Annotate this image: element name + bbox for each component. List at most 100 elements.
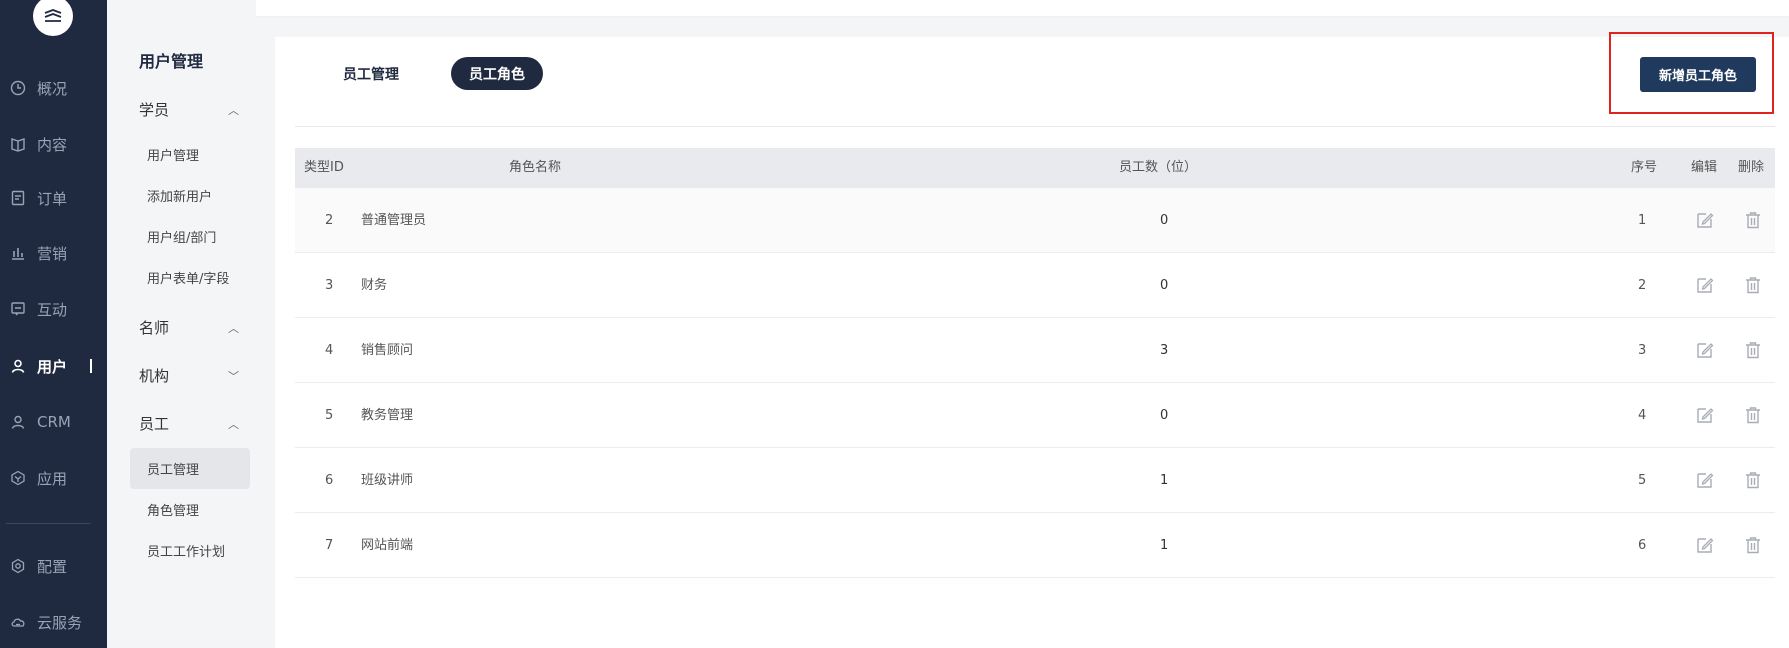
sidebar-item-label: 内容 <box>37 135 68 154</box>
cell-seq: 1 <box>1638 213 1647 228</box>
menu-group-label: 学员 <box>139 101 170 119</box>
table-row: 6 班级讲师 1 5 <box>295 448 1775 513</box>
sidebar-item-users[interactable]: 用户 <box>0 351 107 381</box>
menu-group-label: 名师 <box>139 319 170 337</box>
trash-icon[interactable] <box>1743 405 1763 425</box>
top-header-strip <box>107 0 1789 16</box>
edit-icon[interactable] <box>1695 210 1715 230</box>
table-header: 类型ID 角色名称 员工数（位） 序号 编辑 删除 <box>295 148 1775 188</box>
sidebar-item-apps[interactable]: 应用 <box>0 463 107 493</box>
column-header-delete: 删除 <box>1738 160 1765 175</box>
sidebar-item-label: CRM <box>37 413 71 431</box>
sidebar-item-label: 营销 <box>37 244 68 263</box>
cell-name: 网站前端 <box>361 538 414 553</box>
chevron-up-icon: ︿ <box>228 321 239 335</box>
cell-name: 财务 <box>361 278 388 293</box>
cloud-icon <box>9 613 27 631</box>
clock-icon <box>9 79 27 97</box>
tab-staff-management[interactable]: 员工管理 <box>325 57 417 90</box>
menu-item-role-management[interactable]: 角色管理 <box>147 500 199 519</box>
chevron-down-icon: ﹀ <box>228 369 239 383</box>
cell-name: 普通管理员 <box>361 213 427 228</box>
column-header-seq: 序号 <box>1631 160 1658 175</box>
trash-icon[interactable] <box>1743 535 1763 555</box>
edit-icon[interactable] <box>1695 470 1715 490</box>
cell-count: 3 <box>1160 343 1169 358</box>
sidebar-item-label: 概况 <box>37 79 68 98</box>
sidebar-item-crm[interactable]: CRM <box>0 407 107 437</box>
column-header-id: 类型ID <box>304 160 344 175</box>
table-row: 3 财务 0 2 <box>295 253 1775 318</box>
cell-name: 教务管理 <box>361 408 414 423</box>
chat-icon <box>9 300 27 318</box>
tab-staff-roles[interactable]: 员工角色 <box>451 57 543 90</box>
table-row: 7 网站前端 1 6 <box>295 513 1775 578</box>
trash-icon[interactable] <box>1743 340 1763 360</box>
column-header-count: 员工数（位） <box>1119 160 1198 175</box>
chevron-up-icon: ︿ <box>228 417 239 431</box>
edit-icon[interactable] <box>1695 535 1715 555</box>
cell-seq: 2 <box>1638 278 1647 293</box>
order-icon <box>9 189 27 207</box>
tab-divider <box>295 126 1775 127</box>
sidebar-item-label: 订单 <box>37 189 68 208</box>
menu-item-user-forms[interactable]: 用户表单/字段 <box>147 268 229 287</box>
menu-item-staff-management[interactable]: 员工管理 <box>147 459 199 478</box>
sidebar-item-content[interactable]: 内容 <box>0 129 107 159</box>
sidebar-divider <box>6 523 91 524</box>
menu-item-staff-work-plan[interactable]: 员工工作计划 <box>147 541 225 560</box>
gear-icon <box>9 557 27 575</box>
sidebar-item-label: 应用 <box>37 469 68 488</box>
cell-id: 3 <box>325 278 334 293</box>
logo-icon <box>44 9 62 22</box>
column-header-edit: 编辑 <box>1691 160 1718 175</box>
sidebar-item-label: 云服务 <box>37 613 83 632</box>
trash-icon[interactable] <box>1743 470 1763 490</box>
sidebar-item-marketing[interactable]: 营销 <box>0 238 107 268</box>
menu-group-institutions[interactable]: 机构 ﹀ <box>139 365 249 386</box>
user-icon <box>9 357 27 375</box>
cell-count: 0 <box>1160 278 1169 293</box>
sidebar-item-interaction[interactable]: 互动 <box>0 294 107 324</box>
submenu-title: 用户管理 <box>139 52 204 71</box>
cell-seq: 4 <box>1638 408 1647 423</box>
edit-icon[interactable] <box>1695 405 1715 425</box>
chart-icon <box>9 244 27 262</box>
cell-id: 4 <box>325 343 334 358</box>
sidebar-item-orders[interactable]: 订单 <box>0 183 107 213</box>
chevron-up-icon: ︿ <box>228 103 239 117</box>
edit-icon[interactable] <box>1695 275 1715 295</box>
sidebar-item-settings[interactable]: 配置 <box>0 551 107 581</box>
sidebar-item-cloud[interactable]: 云服务 <box>0 607 107 637</box>
cell-count: 1 <box>1160 538 1169 553</box>
add-staff-role-button[interactable]: 新增员工角色 <box>1640 57 1756 92</box>
app-icon <box>9 469 27 487</box>
book-icon <box>9 135 27 153</box>
table-row: 4 销售顾问 3 3 <box>295 318 1775 383</box>
active-indicator <box>90 359 92 373</box>
cell-count: 1 <box>1160 473 1169 488</box>
menu-item-user-groups[interactable]: 用户组/部门 <box>147 227 216 246</box>
cell-count: 0 <box>1160 408 1169 423</box>
sidebar-item-label: 互动 <box>37 300 68 319</box>
menu-group-teachers[interactable]: 名师 ︿ <box>139 317 249 338</box>
edit-icon[interactable] <box>1695 340 1715 360</box>
sidebar-item-overview[interactable]: 概况 <box>0 73 107 103</box>
menu-group-staff[interactable]: 员工 ︿ <box>139 413 249 434</box>
cell-id: 6 <box>325 473 334 488</box>
cell-seq: 6 <box>1638 538 1647 553</box>
menu-item-user-management[interactable]: 用户管理 <box>147 145 199 164</box>
cell-name: 销售顾问 <box>361 343 414 358</box>
logo[interactable] <box>33 0 73 36</box>
sidebar-item-label: 用户 <box>37 357 68 376</box>
cell-id: 5 <box>325 408 334 423</box>
column-header-name: 角色名称 <box>509 160 562 175</box>
table-row: 5 教务管理 0 4 <box>295 383 1775 448</box>
menu-item-add-user[interactable]: 添加新用户 <box>147 186 212 205</box>
cell-count: 0 <box>1160 213 1169 228</box>
trash-icon[interactable] <box>1743 210 1763 230</box>
trash-icon[interactable] <box>1743 275 1763 295</box>
sidebar-item-label: 配置 <box>37 557 68 576</box>
menu-group-label: 机构 <box>139 367 170 385</box>
menu-group-students[interactable]: 学员 ︿ <box>139 99 249 120</box>
